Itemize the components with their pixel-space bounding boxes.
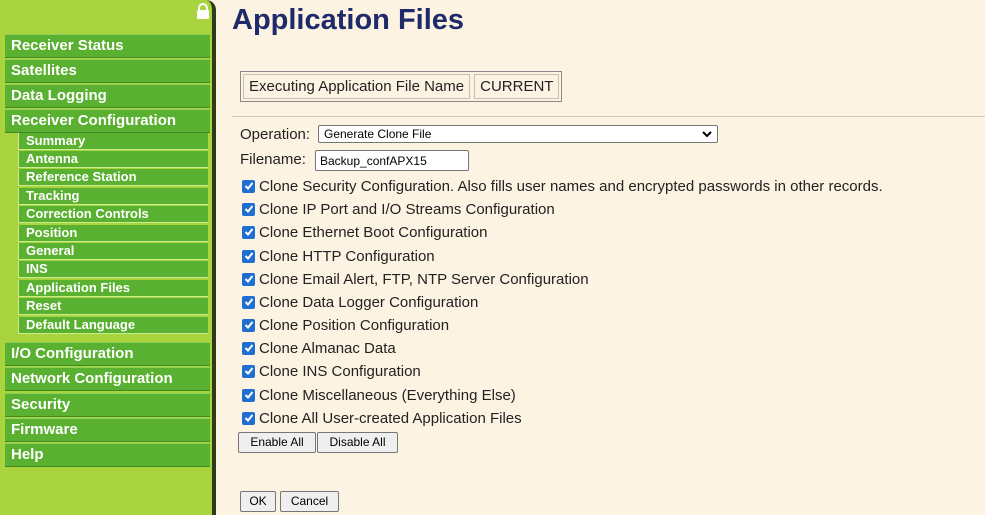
checkmark-icon xyxy=(244,228,253,236)
filename-label: Filename: xyxy=(240,151,306,168)
chevron-down-icon xyxy=(702,131,712,138)
option-row[interactable]: Clone IP Port and I/O Streams Configurat… xyxy=(242,199,555,219)
sub-item-antenna[interactable]: Antenna xyxy=(18,151,208,168)
checkmark-icon xyxy=(244,205,253,213)
nav-security[interactable]: Security xyxy=(5,393,210,417)
sub-item-reference-station[interactable]: Reference Station xyxy=(18,169,208,186)
enable-all-button[interactable]: Enable All xyxy=(238,432,316,453)
disable-all-button[interactable]: Disable All xyxy=(317,432,398,453)
checkmark-icon xyxy=(244,414,253,422)
sub-item-position[interactable]: Position xyxy=(18,225,208,242)
checkbox[interactable] xyxy=(242,341,255,355)
executing-file-table: Executing Application File Name CURRENT xyxy=(240,71,563,102)
option-label: Clone INS Configuration xyxy=(259,362,421,380)
option-row[interactable]: Clone Position Configuration xyxy=(242,315,449,335)
checkbox[interactable] xyxy=(242,179,255,193)
checkmark-icon xyxy=(244,298,253,306)
operation-select-value: Generate Clone File xyxy=(324,127,432,141)
sub-item-tracking[interactable]: Tracking xyxy=(18,188,208,205)
checkbox[interactable] xyxy=(242,411,255,425)
checkmark-icon xyxy=(244,391,253,399)
sub-item-general[interactable]: General xyxy=(18,243,208,260)
option-label: Clone Miscellaneous (Everything Else) xyxy=(259,386,516,404)
nav-help[interactable]: Help xyxy=(5,443,210,467)
sub-item-ins[interactable]: INS xyxy=(18,261,208,278)
nav-data-logging[interactable]: Data Logging xyxy=(5,84,210,108)
checkmark-icon xyxy=(244,344,253,352)
option-row[interactable]: Clone Security Configuration. Also fills… xyxy=(242,176,883,196)
option-label: Clone Ethernet Boot Configuration xyxy=(259,223,488,241)
option-label: Clone Data Logger Configuration xyxy=(259,293,479,311)
checkmark-icon xyxy=(244,321,253,329)
option-row[interactable]: Clone INS Configuration xyxy=(242,361,421,381)
option-label: Clone Almanac Data xyxy=(259,339,396,357)
operation-label: Operation: xyxy=(240,126,311,143)
page-title: Application Files xyxy=(232,4,465,36)
checkmark-icon xyxy=(244,182,253,190)
sidebar: Receiver Status Satellites Data Logging … xyxy=(0,0,216,515)
option-label: Clone IP Port and I/O Streams Configurat… xyxy=(259,200,555,218)
checkmark-icon xyxy=(244,275,253,283)
option-label: Clone Email Alert, FTP, NTP Server Confi… xyxy=(259,270,589,288)
sub-item-correction-controls[interactable]: Correction Controls xyxy=(18,206,208,223)
option-label: Clone Security Configuration. Also fills… xyxy=(259,177,883,195)
checkbox[interactable] xyxy=(242,364,255,378)
option-row[interactable]: Clone Email Alert, FTP, NTP Server Confi… xyxy=(242,269,589,289)
checkbox[interactable] xyxy=(242,388,255,402)
executing-file-label: Executing Application File Name xyxy=(243,74,471,99)
cancel-button[interactable]: Cancel xyxy=(280,491,339,512)
nav-receiver-status[interactable]: Receiver Status xyxy=(5,34,210,58)
option-row[interactable]: Clone HTTP Configuration xyxy=(242,246,435,266)
checkbox[interactable] xyxy=(242,272,255,286)
sub-item-default-language[interactable]: Default Language xyxy=(18,317,208,334)
checkbox[interactable] xyxy=(242,202,255,216)
option-label: Clone All User-created Application Files xyxy=(259,409,522,427)
checkbox[interactable] xyxy=(242,225,255,239)
ok-button[interactable]: OK xyxy=(240,491,276,512)
option-label: Clone Position Configuration xyxy=(259,316,450,334)
operation-select[interactable]: Generate Clone File xyxy=(318,125,718,143)
option-row[interactable]: Clone All User-created Application Files xyxy=(242,408,522,428)
executing-file-value: CURRENT xyxy=(474,74,560,99)
nav-receiver-configuration[interactable]: Receiver Configuration xyxy=(5,109,210,133)
checkmark-icon xyxy=(244,367,253,375)
nav-network-configuration[interactable]: Network Configuration xyxy=(5,367,210,391)
option-row[interactable]: Clone Almanac Data xyxy=(242,338,396,358)
checkbox[interactable] xyxy=(242,318,255,332)
checkbox[interactable] xyxy=(242,249,255,263)
divider xyxy=(232,116,985,117)
checkmark-icon xyxy=(244,252,253,260)
option-label: Clone HTTP Configuration xyxy=(259,247,435,265)
nav-satellites[interactable]: Satellites xyxy=(5,59,210,83)
nav-io-configuration[interactable]: I/O Configuration xyxy=(5,342,210,366)
sub-item-application-files[interactable]: Application Files xyxy=(18,280,208,297)
lock-icon xyxy=(197,3,209,19)
nav-firmware[interactable]: Firmware xyxy=(5,418,210,442)
sub-item-summary[interactable]: Summary xyxy=(18,133,208,150)
option-row[interactable]: Clone Data Logger Configuration xyxy=(242,292,478,312)
filename-input[interactable] xyxy=(315,150,469,171)
checkbox[interactable] xyxy=(242,295,255,309)
option-row[interactable]: Clone Miscellaneous (Everything Else) xyxy=(242,385,516,405)
option-row[interactable]: Clone Ethernet Boot Configuration xyxy=(242,222,487,242)
sub-item-reset[interactable]: Reset xyxy=(18,298,208,315)
